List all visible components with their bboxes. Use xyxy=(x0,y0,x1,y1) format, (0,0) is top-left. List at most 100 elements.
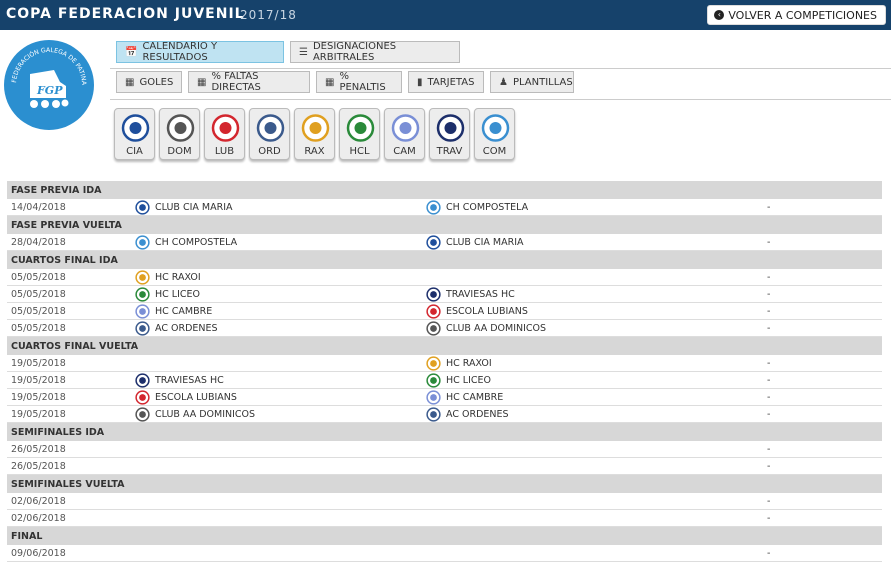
match-row[interactable]: 19/05/2018 HC RAXOI - xyxy=(7,355,882,372)
team-chip-lub[interactable]: LUB xyxy=(204,108,245,160)
match-date: 05/05/2018 xyxy=(11,272,66,283)
phase-title: FINAL xyxy=(11,531,43,542)
match-row[interactable]: 05/05/2018 HC LICEO TRAVIESAS HC - xyxy=(7,286,882,303)
team-crest-icon xyxy=(135,287,150,302)
team-crest-icon xyxy=(135,270,150,285)
tabs-divider xyxy=(110,68,891,69)
match-row[interactable]: 19/05/2018 TRAVIESAS HC HC LICEO - xyxy=(7,372,882,389)
home-team: HC LICEO xyxy=(135,287,200,302)
away-team: CH COMPOSTELA xyxy=(426,200,528,215)
match-row[interactable]: 05/05/2018 HC CAMBRE ESCOLA LUBIANS - xyxy=(7,303,882,320)
match-date: 19/05/2018 xyxy=(11,392,66,403)
tab-label: DESIGNACIONES ARBITRALES xyxy=(312,41,397,63)
home-team: CH COMPOSTELA xyxy=(135,235,237,250)
team-chip-label: ORD xyxy=(258,146,281,157)
match-score: - xyxy=(767,358,771,369)
match-row[interactable]: 26/05/2018 - xyxy=(7,441,882,458)
away-team: TRAVIESAS HC xyxy=(426,287,515,302)
match-score: - xyxy=(767,323,771,334)
team-chip-label: RAX xyxy=(304,146,325,157)
phase-title: SEMIFINALES IDA xyxy=(11,427,105,438)
stats-divider xyxy=(110,99,891,100)
match-row[interactable]: 02/06/2018 - xyxy=(7,510,882,527)
list-icon: ☰ xyxy=(299,46,308,58)
home-team-name: CLUB CIA MARIA xyxy=(155,202,233,213)
team-chip-dom[interactable]: DOM xyxy=(159,108,200,160)
phase-header: SEMIFINALES IDA xyxy=(7,423,882,441)
match-date: 02/06/2018 xyxy=(11,513,66,524)
team-chip-label: COM xyxy=(482,146,507,157)
match-score: - xyxy=(767,513,771,524)
team-chip-cam[interactable]: CAM xyxy=(384,108,425,160)
match-score: - xyxy=(767,496,771,507)
away-team: HC CAMBRE xyxy=(426,390,503,405)
team-chip-label: LUB xyxy=(214,146,235,157)
phase-header: SEMIFINALES VUELTA xyxy=(7,475,882,493)
tab-calendario-resultados[interactable]: 📅 CALENDARIO Y RESULTADOS xyxy=(116,41,284,63)
home-team-name: TRAVIESAS HC xyxy=(155,375,224,386)
match-score: - xyxy=(767,548,771,559)
match-row[interactable]: 02/06/2018 - xyxy=(7,493,882,510)
home-team-name: ESCOLA LUBIANS xyxy=(155,392,237,403)
home-team: TRAVIESAS HC xyxy=(135,373,224,388)
team-chip-cia[interactable]: CIA xyxy=(114,108,155,160)
phase-header: FASE PREVIA VUELTA xyxy=(7,216,882,234)
match-row[interactable]: 09/06/2018 - xyxy=(7,545,882,562)
match-date: 09/06/2018 xyxy=(11,548,66,559)
person-icon: ♟ xyxy=(499,76,508,88)
match-row[interactable]: 14/04/2018 CLUB CIA MARIA CH COMPOSTELA - xyxy=(7,199,882,216)
match-row[interactable]: 28/04/2018 CH COMPOSTELA CLUB CIA MARIA - xyxy=(7,234,882,251)
match-date: 19/05/2018 xyxy=(11,375,66,386)
match-score: - xyxy=(767,392,771,403)
match-score: - xyxy=(767,289,771,300)
home-team: ESCOLA LUBIANS xyxy=(135,390,237,405)
match-score: - xyxy=(767,375,771,386)
phase-title: SEMIFINALES VUELTA xyxy=(11,479,125,490)
team-logo-icon xyxy=(256,114,285,142)
tab-label: % FALTAS DIRECTAS xyxy=(211,71,261,93)
team-logo-icon xyxy=(166,114,195,142)
team-chip-rax[interactable]: RAX xyxy=(294,108,335,160)
team-crest-icon xyxy=(135,407,150,422)
tab-penaltis[interactable]: ▦ % PENALTIS xyxy=(316,71,402,93)
match-score: - xyxy=(767,202,771,213)
match-date: 19/05/2018 xyxy=(11,409,66,420)
team-crest-icon xyxy=(426,321,441,336)
tab-faltas-directas[interactable]: ▦ % FALTAS DIRECTAS xyxy=(188,71,310,93)
tab-label: CALENDARIO Y RESULTADOS xyxy=(142,41,218,63)
match-row[interactable]: 19/05/2018 CLUB AA DOMINICOS AC ORDENES - xyxy=(7,406,882,423)
team-chip-com[interactable]: COM xyxy=(474,108,515,160)
home-team-name: CH COMPOSTELA xyxy=(155,237,238,248)
home-team: HC RAXOI xyxy=(135,270,201,285)
match-row[interactable]: 26/05/2018 - xyxy=(7,458,882,475)
tab-tarjetas[interactable]: ▮ TARJETAS xyxy=(408,71,484,93)
team-crest-icon xyxy=(426,356,441,371)
team-crest-icon xyxy=(135,304,150,319)
team-crest-icon xyxy=(426,304,441,319)
match-date: 05/05/2018 xyxy=(11,306,66,317)
team-chip-label: CAM xyxy=(393,146,416,157)
away-team-name: HC RAXOI xyxy=(446,358,492,369)
tab-goles[interactable]: ▦ GOLES xyxy=(116,71,182,93)
tab-designaciones-arbitrales[interactable]: ☰ DESIGNACIONES ARBITRALES xyxy=(290,41,460,63)
home-team: HC CAMBRE xyxy=(135,304,212,319)
team-crest-icon xyxy=(426,235,441,250)
away-team-name: CH COMPOSTELA xyxy=(446,202,529,213)
team-chip-ord[interactable]: ORD xyxy=(249,108,290,160)
match-date: 05/05/2018 xyxy=(11,323,66,334)
team-logo-icon xyxy=(481,114,510,142)
match-row[interactable]: 05/05/2018 AC ORDENES CLUB AA DOMINICOS - xyxy=(7,320,882,337)
tab-plantillas[interactable]: ♟ PLANTILLAS xyxy=(490,71,574,93)
team-logo-icon xyxy=(346,114,375,142)
chart-icon: ▦ xyxy=(125,76,135,88)
match-row[interactable]: 05/05/2018 HC RAXOI - xyxy=(7,269,882,286)
team-chip-hcl[interactable]: HCL xyxy=(339,108,380,160)
match-row[interactable]: 19/05/2018 ESCOLA LUBIANS HC CAMBRE - xyxy=(7,389,882,406)
svg-text:FGP: FGP xyxy=(36,84,63,97)
back-to-competitions-button[interactable]: ‹ VOLVER A COMPETICIONES xyxy=(707,5,886,25)
phase-header: FINAL xyxy=(7,527,882,545)
away-team-name: CLUB AA DOMINICOS xyxy=(446,323,547,334)
team-chip-trav[interactable]: TRAV xyxy=(429,108,470,160)
back-button-label: VOLVER A COMPETICIONES xyxy=(728,8,877,22)
away-team-name: CLUB CIA MARIA xyxy=(446,237,524,248)
